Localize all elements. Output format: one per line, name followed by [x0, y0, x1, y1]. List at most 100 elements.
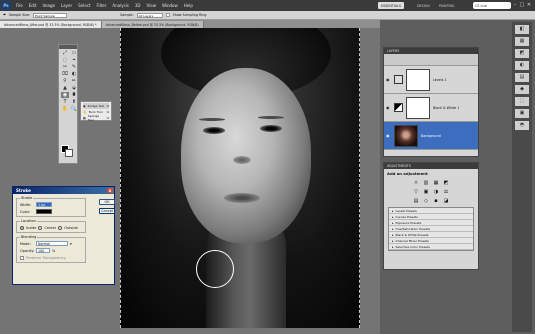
color-balance-icon[interactable]: ◑ — [432, 189, 440, 196]
dodge-tool-icon[interactable]: ◉ — [61, 92, 69, 98]
crop-tool-icon[interactable]: ✂ — [61, 64, 69, 70]
stamp-tool-icon[interactable]: ⚲ — [61, 78, 69, 84]
menu-select[interactable]: Select — [75, 3, 93, 8]
adjustment-presets-list: ▸ Levels Presets ▸ Curves Presets ▸ Exposur… — [388, 207, 474, 251]
mode-select[interactable]: Normal — [36, 241, 68, 246]
type-tool-icon[interactable]: T — [61, 99, 69, 105]
show-ring-checkbox[interactable] — [165, 13, 170, 17]
menu-analysis[interactable]: Analysis — [109, 3, 131, 8]
location-outside-radio[interactable] — [58, 225, 63, 230]
triangle-right-icon: ▸ — [392, 226, 394, 231]
sample-select[interactable]: All Layers — [136, 12, 163, 18]
stroke-color-swatch[interactable] — [36, 209, 52, 214]
photo-filter-icon[interactable]: ▤ — [412, 198, 420, 205]
brush-tool-icon[interactable]: ◐ — [70, 71, 78, 77]
histogram-panel-icon[interactable]: ▦ — [515, 37, 529, 46]
info-panel-icon[interactable]: ◩ — [515, 49, 529, 58]
workspace-essentials[interactable]: ESSENTIALS — [378, 2, 404, 9]
color-label: Color: — [20, 209, 31, 214]
dialog-close-icon[interactable]: x — [107, 188, 113, 193]
background-color-swatch[interactable] — [65, 149, 73, 157]
menu-3d[interactable]: 3D — [132, 3, 144, 8]
chevron-down-icon[interactable]: ▾ — [70, 242, 72, 246]
zoom-tool-icon[interactable]: 🔍 — [70, 106, 78, 112]
pen-tool-icon[interactable]: ⬮ — [70, 92, 78, 98]
panel-icon-strip: ◧ ▦ ◩ ◐ ▤ ◆ ⬚ ▣ ◓ — [512, 22, 532, 332]
levels-icon[interactable]: ▥ — [422, 180, 430, 187]
exposure-icon[interactable]: ◩ — [442, 180, 450, 187]
menu-edit[interactable]: Edit — [26, 3, 40, 8]
menu-window[interactable]: Window — [159, 3, 181, 8]
location-inside-radio[interactable] — [20, 225, 24, 230]
healing-tool-icon[interactable]: ⌧ — [61, 71, 69, 77]
blending-group: Blending Mode: Normal ▾ Opacity: 100% Prese… — [16, 235, 86, 263]
navigator-panel-icon[interactable]: ◧ — [515, 25, 529, 34]
preserve-transparency-checkbox[interactable] — [20, 255, 24, 260]
paths-panel-icon[interactable]: ◓ — [515, 121, 529, 130]
layer-mask-thumbnail — [406, 68, 430, 91]
workspace-design[interactable]: DESIGN — [414, 2, 433, 9]
history-brush-tool-icon[interactable]: ✏ — [70, 78, 78, 84]
masks-panel-icon[interactable]: ⬚ — [515, 97, 529, 106]
workspace-painting[interactable]: PAINTING — [436, 2, 457, 9]
location-center-radio[interactable] — [38, 225, 43, 230]
black-white-icon[interactable]: ⚖ — [442, 189, 450, 196]
cancel-button[interactable]: Cancel — [99, 208, 115, 214]
dialog-title-bar[interactable]: Stroke x — [13, 187, 114, 194]
portrait-photo[interactable] — [120, 28, 360, 328]
channels-panel-icon[interactable]: ▣ — [515, 109, 529, 118]
menu-layer[interactable]: Layer — [58, 3, 75, 8]
styles-panel-icon[interactable]: ◆ — [515, 85, 529, 94]
flyout-sponge-tool[interactable]: ▩ Sponge Tool O — [83, 114, 109, 122]
tab-document-before[interactable]: AdvancedMono_Before.psd @ 33.3% (Backgro… — [101, 21, 204, 28]
vibrance-icon[interactable]: ▽ — [412, 189, 420, 196]
menu-view[interactable]: View — [144, 3, 160, 8]
tab-adjustments[interactable]: ADJUSTMENTS — [387, 164, 411, 168]
opacity-input[interactable]: 100 — [36, 248, 50, 253]
menu-help[interactable]: Help — [181, 3, 196, 8]
list-item[interactable]: ▸ Selective Color Presets — [389, 244, 473, 250]
layers-panel: LAYERS ◉ Levels 1 ◉ Black & White 1 ◉ Backg… — [383, 47, 479, 157]
menu-filter[interactable]: Filter — [93, 3, 109, 8]
move-tool-icon[interactable]: ⤢ — [61, 50, 69, 56]
marquee-tool-icon[interactable]: ▭ — [70, 50, 78, 56]
layer-row[interactable]: ◉ Black & White 1 — [384, 94, 478, 122]
minimize-button[interactable]: – — [512, 2, 518, 8]
tab-layers[interactable]: LAYERS — [387, 49, 399, 53]
eyedropper-tool-icon[interactable]: ✎ — [70, 64, 78, 70]
layer-thumbnail — [394, 124, 418, 147]
channel-mixer-icon[interactable]: ◇ — [422, 198, 430, 205]
ok-button[interactable]: OK — [99, 199, 115, 205]
gradient-map-icon[interactable]: ◪ — [442, 198, 450, 205]
cs-live-field[interactable]: CS Live — [473, 2, 511, 9]
layers-panel-controls[interactable] — [384, 54, 478, 66]
sample-size-select[interactable]: Point Sample — [33, 12, 68, 18]
dodge-icon: ◉ — [83, 104, 86, 108]
gradient-tool-icon[interactable]: ⬙ — [70, 85, 78, 91]
visibility-eye-icon[interactable]: ◉ — [386, 77, 391, 82]
color-panel-icon[interactable]: ◐ — [515, 61, 529, 70]
width-input[interactable]: 1 px — [36, 202, 52, 207]
brightness-contrast-icon[interactable]: ☼ — [412, 180, 420, 187]
hue-saturation-icon[interactable]: ▣ — [422, 189, 430, 196]
eyedropper-icon[interactable]: ⌖ — [3, 12, 6, 18]
close-button[interactable]: ✕ — [526, 2, 532, 8]
menu-file[interactable]: File — [13, 3, 26, 8]
lasso-tool-icon[interactable]: ◌ — [61, 57, 69, 63]
path-select-tool-icon[interactable]: ⬆ — [70, 99, 78, 105]
visibility-eye-icon[interactable]: ◉ — [386, 105, 391, 110]
triangle-right-icon: ▸ — [392, 232, 394, 237]
layer-row[interactable]: ◉ Levels 1 — [384, 66, 478, 94]
visibility-eye-icon[interactable]: ◉ — [386, 133, 391, 138]
quick-select-tool-icon[interactable]: ⌖ — [70, 57, 78, 63]
curves-icon[interactable]: ▦ — [432, 180, 440, 187]
layer-row-selected[interactable]: ◉ Background — [384, 122, 478, 150]
hand-tool-icon[interactable]: ✋ — [61, 106, 69, 112]
eraser-tool-icon[interactable]: ▲ — [61, 85, 69, 91]
swatches-panel-icon[interactable]: ▤ — [515, 73, 529, 82]
maximize-button[interactable]: □ — [519, 2, 525, 8]
tab-document-after[interactable]: AdvancedMono_After.psd @ 33.3% (Backgrou… — [0, 21, 102, 28]
invert-icon[interactable]: ▪ — [432, 198, 440, 205]
menu-image[interactable]: Image — [39, 3, 58, 8]
toning-tools-flyout: ◉ Dodge Tool O ✋ Burn Tool O ▩ Sponge Tool O — [80, 101, 112, 122]
